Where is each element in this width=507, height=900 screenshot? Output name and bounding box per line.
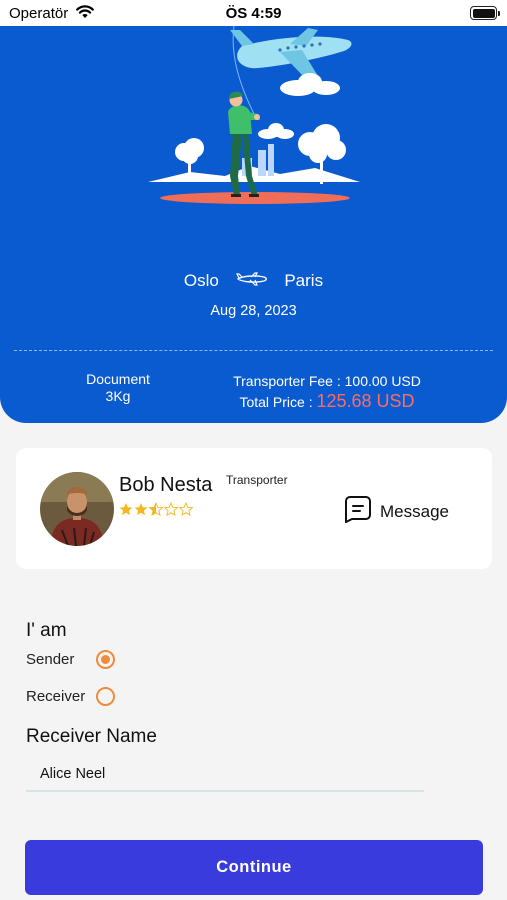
option-sender-label: Sender [26, 651, 75, 668]
total-price-value: 125.68 USD [316, 391, 415, 411]
clock: ÖS 4:59 [225, 5, 282, 22]
continue-button[interactable]: Continue [25, 840, 483, 895]
route: Oslo Paris [0, 270, 507, 291]
traveler-illustration [130, 26, 380, 221]
total-price-label: Total Price : [239, 394, 313, 410]
transporter-name: Bob Nesta [119, 474, 213, 496]
origin-city: Oslo [183, 270, 219, 290]
star-full-icon [134, 503, 148, 516]
option-receiver[interactable]: Receiver [26, 687, 115, 706]
star-empty-icon [179, 502, 193, 516]
option-sender[interactable]: Sender [26, 650, 115, 669]
trip-summary-header: Oslo Paris Aug 28, 2023 Document 3Kg Tra… [0, 26, 507, 423]
role-title: I' am [26, 620, 67, 641]
destination-city: Paris [284, 270, 324, 290]
avatar [40, 472, 114, 546]
trip-date: Aug 28, 2023 [210, 303, 297, 319]
receiver-radio[interactable] [96, 687, 115, 706]
status-bar: Operatör ÖS 4:59 [0, 0, 507, 26]
transporter-card: Bob Nesta Transporter Message [16, 448, 492, 569]
star-full-icon [119, 503, 133, 516]
battery-icon [470, 6, 500, 20]
rating-stars [119, 502, 195, 518]
message-label: Message [380, 501, 449, 521]
option-receiver-label: Receiver [26, 688, 86, 705]
airplane-icon [235, 271, 268, 291]
total-price: Total Price : 125.68 USD [212, 391, 442, 412]
receiver-name-title: Receiver Name [26, 726, 157, 747]
package-weight: 3Kg [105, 388, 131, 404]
receiver-name-input[interactable] [26, 758, 424, 792]
star-half-icon [149, 502, 163, 516]
message-button[interactable]: Message [344, 495, 449, 528]
transporter-role: Transporter [226, 473, 288, 487]
package-info: Document 3Kg [62, 371, 174, 405]
package-type: Document [86, 371, 150, 387]
sender-radio[interactable] [96, 650, 115, 669]
transporter-fee: Transporter Fee : 100.00 USD [233, 373, 421, 389]
message-icon [344, 495, 372, 528]
star-empty-icon [164, 502, 178, 516]
price-info: Transporter Fee : 100.00 USD Total Price… [212, 371, 442, 412]
dashed-divider [14, 350, 493, 351]
